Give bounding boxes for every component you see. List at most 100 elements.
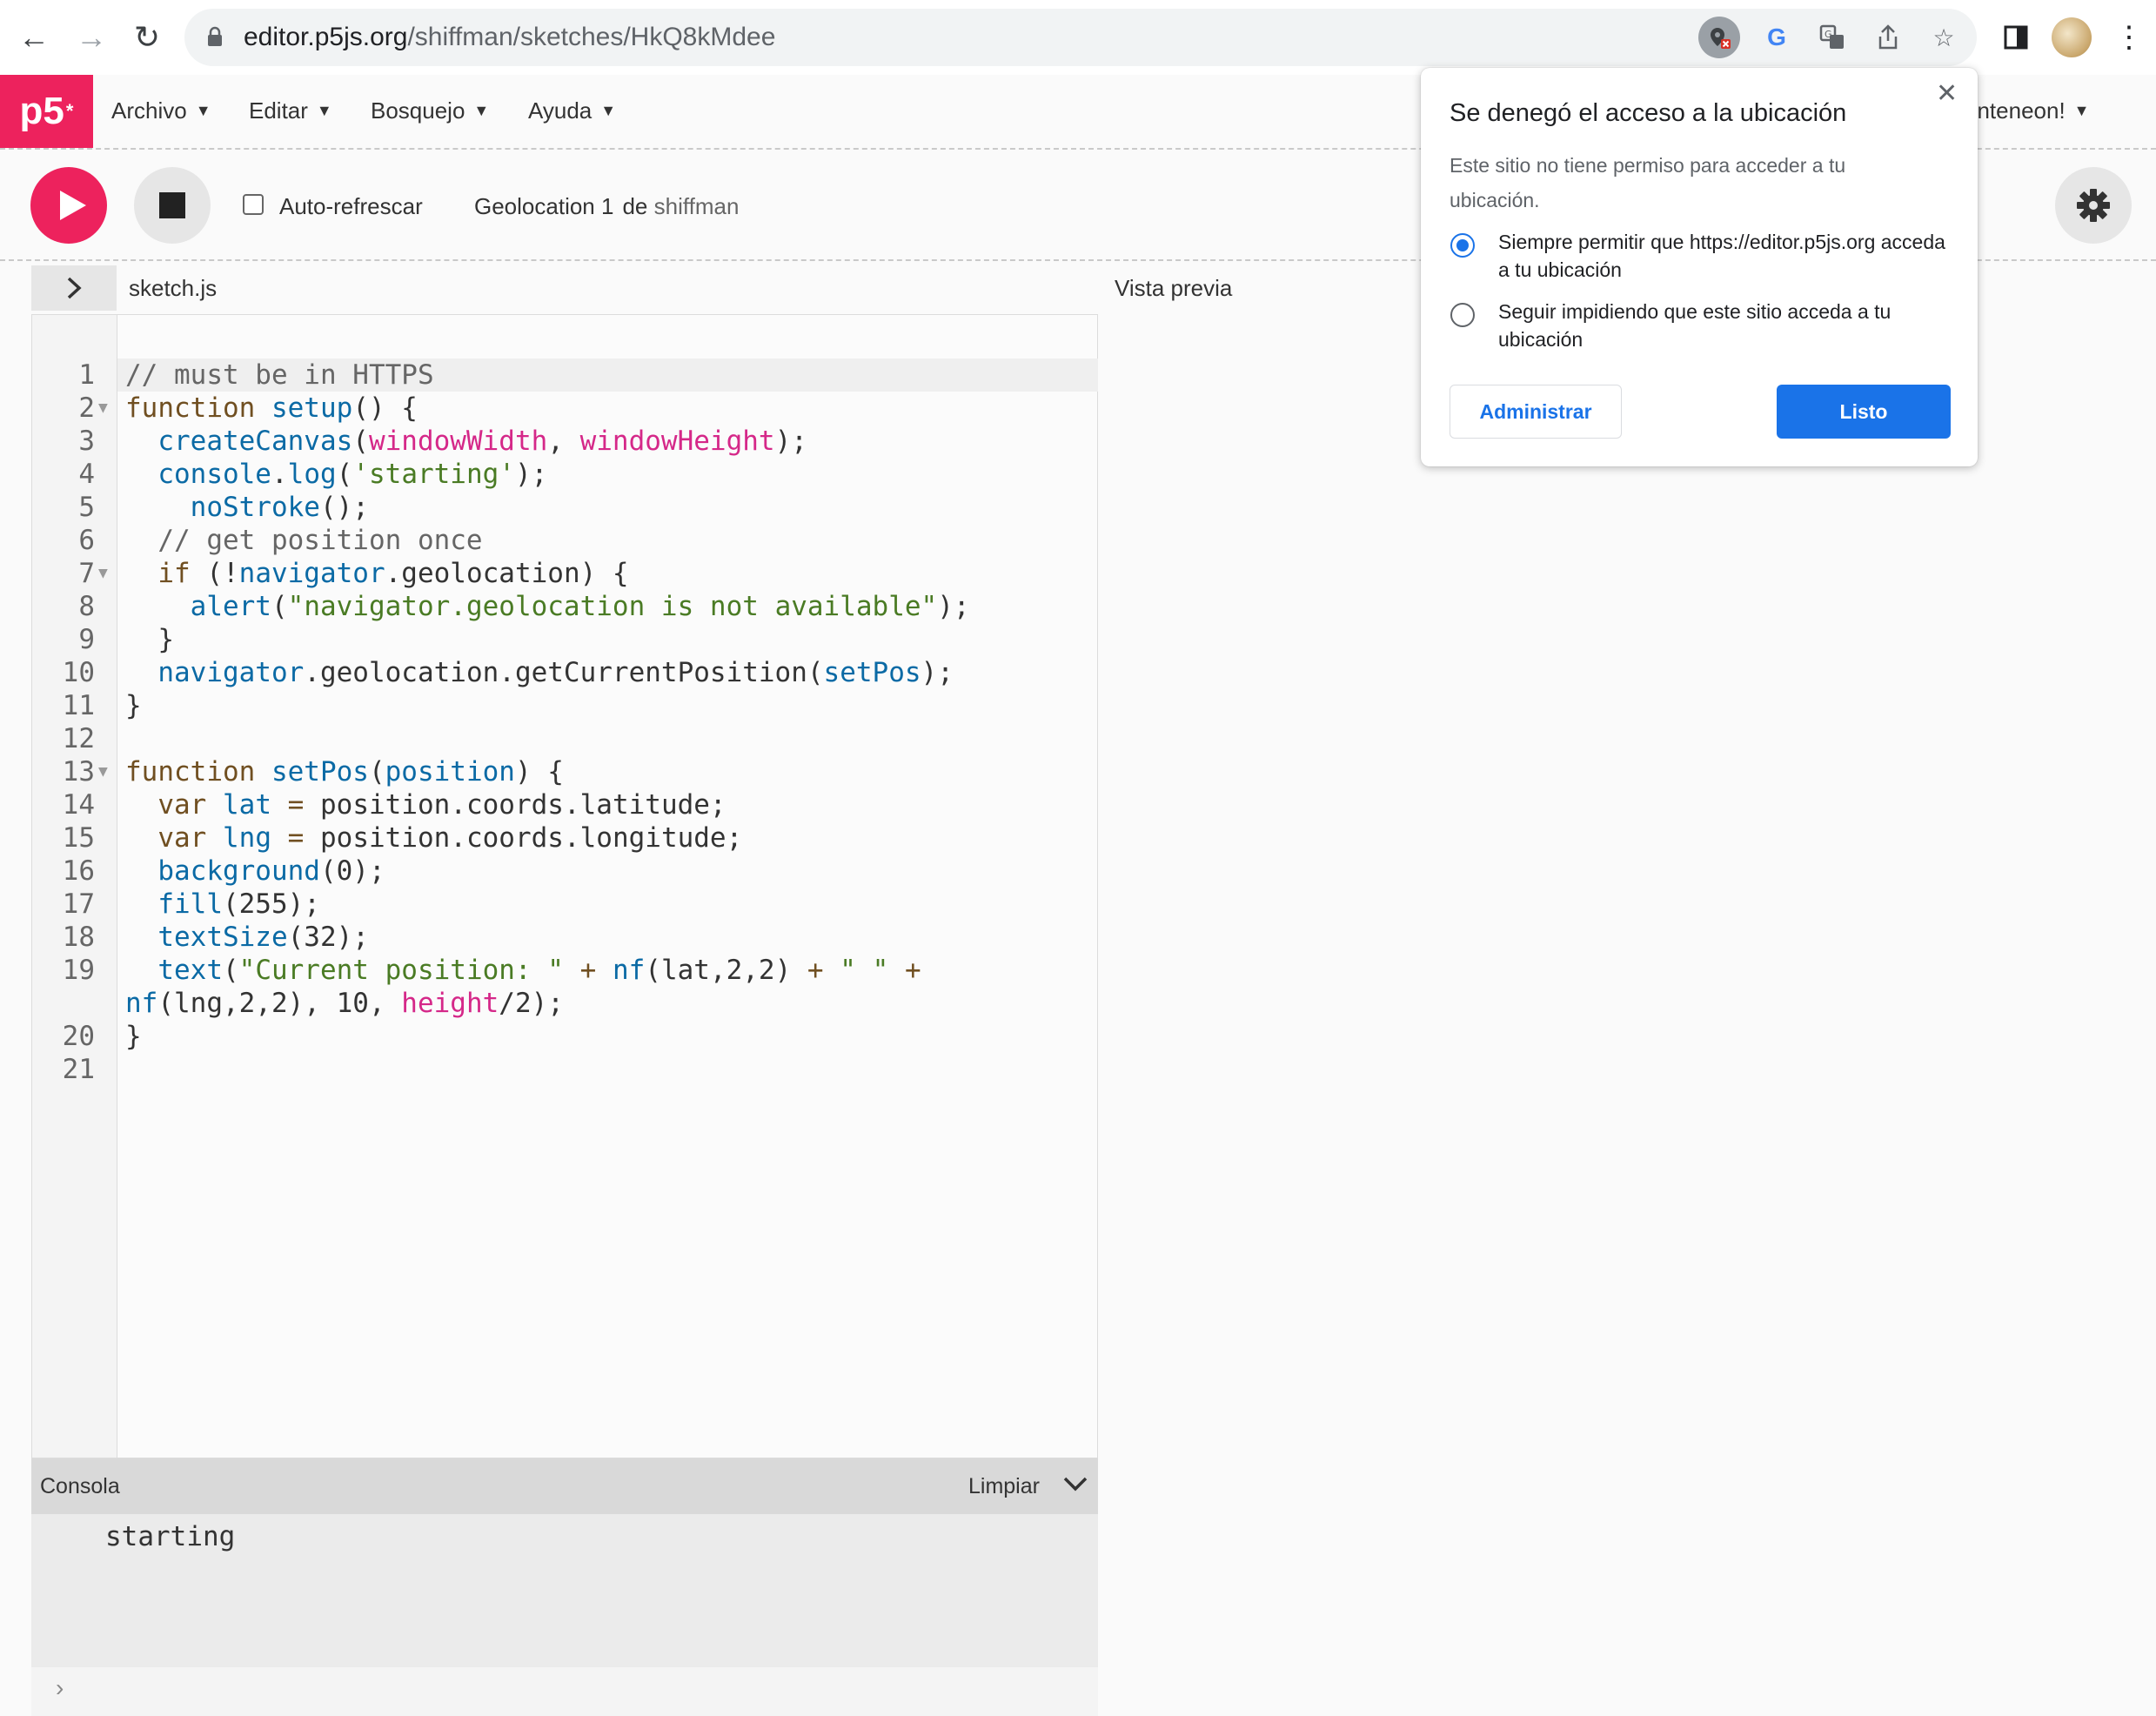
code-token: setPos — [271, 756, 369, 788]
code-line[interactable]: 5 noStroke(); — [32, 491, 1099, 524]
share-icon[interactable] — [1867, 17, 1909, 58]
auto-refresh-checkbox[interactable] — [243, 194, 264, 215]
radio-block[interactable] — [1450, 303, 1475, 327]
code-line[interactable]: 16 background(0); — [32, 855, 1099, 888]
lock-icon[interactable] — [207, 26, 223, 47]
code-token: .geolocation.getCurrentPosition( — [304, 657, 824, 688]
url-text[interactable]: editor.p5js.org/shiffman/sketches/HkQ8kM… — [244, 23, 775, 52]
radio-allow-label[interactable]: Siempre permitir que https://editor.p5js… — [1498, 228, 1951, 284]
code-lines[interactable]: 1// must be in HTTPS 2 ▼ function setup() {… — [32, 359, 1099, 1086]
back-icon[interactable]: ← — [14, 17, 54, 57]
code-token: = — [287, 822, 305, 854]
stop-button[interactable] — [134, 167, 211, 244]
code-token: height — [401, 988, 499, 1019]
code-token: ( — [368, 756, 385, 788]
code-line[interactable]: 13 ▼ function setPos(position) { — [32, 755, 1099, 788]
code-line[interactable]: 19 text("Current position: " + nf(lat,2,… — [32, 954, 1099, 1020]
code-token: "navigator.geolocation is not available" — [287, 591, 938, 622]
auto-refresh-label[interactable]: Auto-refrescar — [279, 193, 423, 220]
code-token: navigator — [238, 558, 385, 589]
profile-avatar[interactable] — [2052, 17, 2092, 57]
translate-icon[interactable]: G — [1811, 17, 1853, 58]
code-line[interactable]: 1 // must be in HTTPS — [32, 359, 1099, 392]
sketch-author-link[interactable]: shiffman — [654, 193, 740, 219]
code-line[interactable]: 2 ▼ function setup() { — [32, 392, 1099, 425]
code-line[interactable]: 20} — [32, 1020, 1099, 1053]
code-token: lng — [223, 822, 271, 854]
code-line[interactable]: 14 var lat = position.coords.latitude; — [32, 788, 1099, 821]
code-editor[interactable]: 1// must be in HTTPS 2 ▼ function setup() {… — [31, 314, 1098, 1458]
bookmark-star-icon[interactable]: ☆ — [1923, 17, 1965, 58]
menu-editar[interactable]: Editar ▼ — [249, 97, 332, 124]
code-token: ); — [774, 426, 807, 457]
code-text: console.log('starting'); — [125, 458, 1082, 491]
done-button[interactable]: Listo — [1777, 385, 1951, 439]
code-line[interactable]: 4 console.log('starting'); — [32, 458, 1099, 491]
side-panel-icon[interactable] — [1996, 17, 2036, 57]
code-line[interactable]: 18 textSize(32); — [32, 921, 1099, 954]
console-clear-button[interactable]: Limpiar — [968, 1474, 1040, 1499]
code-token: function — [125, 392, 256, 424]
line-number: 1 — [78, 359, 95, 391]
console-input[interactable]: › — [31, 1667, 1098, 1716]
manage-button[interactable]: Administrar — [1450, 385, 1622, 439]
line-number: 12 — [62, 723, 95, 754]
code-text: noStroke(); — [125, 491, 1082, 524]
menu-bosquejo[interactable]: Bosquejo ▼ — [371, 97, 489, 124]
user-menu[interactable]: enteneon! ▼ — [1965, 97, 2090, 124]
line-number: 9 — [78, 624, 95, 655]
fold-arrow-icon[interactable]: ▼ — [98, 392, 108, 425]
sketch-name[interactable]: Geolocation 1 — [474, 193, 613, 219]
code-text: textSize(32); — [125, 921, 1082, 954]
editor-file-tab[interactable]: sketch.js — [129, 275, 217, 302]
settings-button[interactable] — [2055, 167, 2132, 244]
sketch-title: Geolocation 1 de shiffman — [474, 193, 739, 220]
forward-icon[interactable]: → — [71, 17, 111, 57]
location-blocked-icon[interactable] — [1698, 17, 1740, 58]
line-number: 17 — [62, 888, 95, 920]
code-line[interactable]: 8 alert("navigator.geolocation is not av… — [32, 590, 1099, 623]
fold-arrow-icon[interactable]: ▼ — [98, 557, 108, 590]
code-token: ( — [271, 591, 288, 622]
code-line[interactable]: 7 ▼ if (!navigator.geolocation) { — [32, 557, 1099, 590]
menu-archivo[interactable]: Archivo ▼ — [111, 97, 211, 124]
code-token: () { — [352, 392, 418, 424]
code-line[interactable]: 15 var lng = position.coords.longitude; — [32, 821, 1099, 855]
code-token: } — [125, 624, 174, 655]
menu-ayuda[interactable]: Ayuda ▼ — [528, 97, 616, 124]
play-button[interactable] — [30, 167, 107, 244]
code-line[interactable]: 11} — [32, 689, 1099, 722]
sidebar-toggle-button[interactable] — [31, 265, 117, 311]
code-line[interactable]: 9 } — [32, 623, 1099, 656]
menu-editar-label: Editar — [249, 97, 308, 124]
code-line[interactable]: 12 — [32, 722, 1099, 755]
preview-label: Vista previa — [1115, 275, 1233, 301]
code-line[interactable]: 3 createCanvas(windowWidth, windowHeight… — [32, 425, 1099, 458]
console-output: starting — [31, 1514, 1098, 1667]
code-token: ); — [514, 459, 548, 490]
reload-icon[interactable]: ↻ — [127, 17, 167, 57]
code-line[interactable]: 6 // get position once — [32, 524, 1099, 557]
code-line[interactable]: 21 — [32, 1053, 1099, 1086]
code-token: /2); — [499, 988, 564, 1019]
kebab-menu-icon[interactable]: ⋮ — [2109, 17, 2149, 57]
radio-block-label[interactable]: Seguir impidiendo que este sitio acceda … — [1498, 298, 1951, 353]
code-line[interactable]: 10 navigator.geolocation.getCurrentPosit… — [32, 656, 1099, 689]
close-icon[interactable]: ✕ — [1936, 78, 1958, 109]
address-bar[interactable]: editor.p5js.org/shiffman/sketches/HkQ8kM… — [184, 9, 1977, 66]
code-token: 'starting' — [352, 459, 515, 490]
chevron-down-icon[interactable] — [1062, 1474, 1088, 1493]
code-line[interactable]: 17 fill(255); — [32, 888, 1099, 921]
radio-allow[interactable] — [1450, 233, 1475, 258]
code-token: lat — [223, 789, 271, 821]
code-token: noStroke — [190, 492, 320, 523]
p5-logo[interactable]: p5 * — [0, 75, 93, 148]
code-text: } — [125, 689, 1082, 722]
fold-arrow-icon[interactable]: ▼ — [98, 755, 108, 788]
google-icon[interactable]: G — [1756, 17, 1798, 58]
